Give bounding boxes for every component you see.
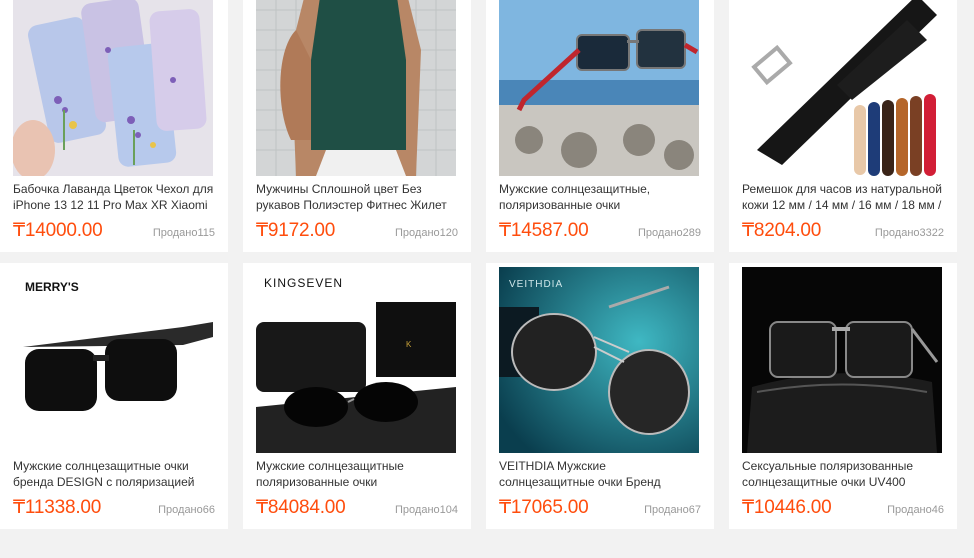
product-title[interactable]: VEITHDIA Мужские солнцезащитные очки Бре… (499, 458, 704, 490)
svg-text:KINGSEVEN: KINGSEVEN (264, 276, 343, 290)
product-title[interactable]: Мужские солнцезащитные поляризованные оч… (256, 458, 461, 490)
sold-count: Продано66 (158, 504, 215, 516)
product-price: ₸14587.00 (499, 220, 589, 241)
product-image[interactable]: KINGSEVEN K (256, 267, 456, 453)
merrys-sunglasses-image: MERRY'S (13, 267, 213, 453)
product-price: ₸84084.00 (256, 497, 346, 518)
product-price: ₸9172.00 (256, 220, 336, 241)
product-image[interactable] (256, 0, 456, 176)
product-card[interactable]: Ремешок для часов из натуральной кожи 12… (729, 0, 957, 252)
product-price: ₸17065.00 (499, 497, 589, 518)
product-title[interactable]: Мужские солнцезащитные, поляризованные о… (499, 181, 704, 213)
product-title[interactable]: Сексуальные поляризованные солнцезащитны… (742, 458, 947, 490)
sold-count: Продано115 (152, 227, 215, 239)
svg-text:VEITHDIA: VEITHDIA (509, 279, 563, 290)
sold-count: Продано3322 (874, 227, 944, 239)
mens-fitness-vest-image (256, 0, 456, 176)
product-title[interactable]: Ремешок для часов из натуральной кожи 12… (742, 181, 947, 213)
phone-case-lavender-image (13, 0, 213, 176)
uv400-sunglasses-image (742, 267, 942, 453)
product-card[interactable]: MERRY'S Мужские солнцезащитные очки брен… (0, 263, 228, 529)
product-price: ₸11338.00 (13, 497, 102, 518)
product-image[interactable]: MERRY'S (13, 267, 213, 453)
sold-count: Продано120 (395, 227, 458, 239)
svg-text:K: K (406, 340, 412, 349)
product-image[interactable] (742, 0, 942, 176)
sold-count: Продано46 (887, 504, 944, 516)
product-price: ₸8204.00 (742, 220, 822, 241)
product-price: ₸10446.00 (742, 497, 832, 518)
leather-watch-strap-image (742, 0, 942, 176)
product-card[interactable]: Мужчины Сплошной цвет Без рукавов Полиэс… (243, 0, 471, 252)
product-card[interactable]: Сексуальные поляризованные солнцезащитны… (729, 263, 957, 529)
sold-count: Продано67 (644, 504, 701, 516)
product-image[interactable]: VEITHDIA (499, 267, 699, 453)
product-price: ₸14000.00 (13, 220, 103, 241)
product-title[interactable]: Мужчины Сплошной цвет Без рукавов Полиэс… (256, 181, 461, 213)
polarized-sunglasses-red-image (499, 0, 699, 176)
sold-count: Продано104 (395, 504, 458, 516)
product-image[interactable] (13, 0, 213, 176)
product-image[interactable] (742, 267, 942, 453)
veithdia-pilot-sunglasses-image: VEITHDIA (499, 267, 699, 453)
svg-text:MERRY'S: MERRY'S (25, 280, 79, 294)
product-image[interactable] (499, 0, 699, 176)
product-title[interactable]: Мужские солнцезащитные очки бренда DESIG… (13, 458, 218, 490)
product-card[interactable]: VEITHDIA VEITHDIA Мужские солнцезащитные… (486, 263, 714, 529)
product-card[interactable]: Бабочка Лаванда Цветок Чехол для iPhone … (0, 0, 228, 252)
sold-count: Продано289 (638, 227, 701, 239)
product-title[interactable]: Бабочка Лаванда Цветок Чехол для iPhone … (13, 181, 218, 213)
product-card[interactable]: Мужские солнцезащитные, поляризованные о… (486, 0, 714, 252)
product-card[interactable]: KINGSEVEN K Мужские солнцезащитные поляр… (243, 263, 471, 529)
kingseven-sunglasses-image: KINGSEVEN K (256, 267, 456, 453)
